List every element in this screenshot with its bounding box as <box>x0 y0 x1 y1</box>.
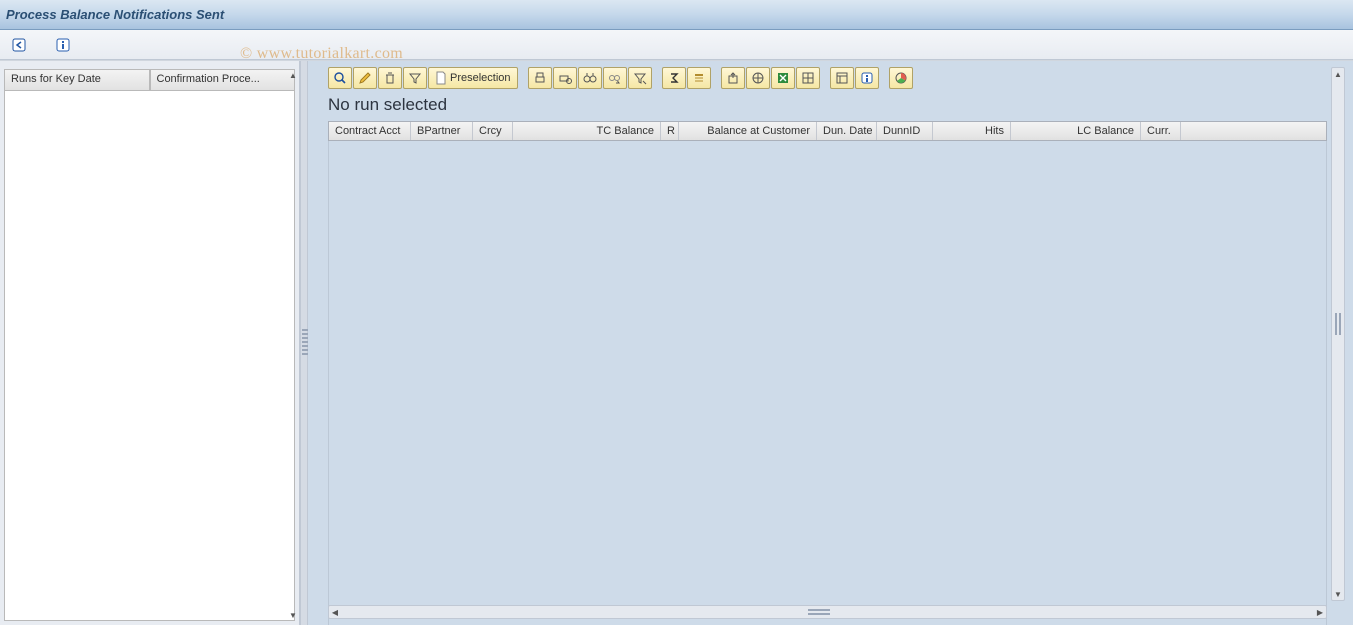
back-button[interactable] <box>8 34 30 56</box>
grid-col-header[interactable]: Crcy <box>473 122 513 140</box>
grid-col-header[interactable]: Curr. <box>1141 122 1181 140</box>
find-next-button[interactable] <box>603 67 627 89</box>
grid-col-header[interactable]: Balance at Customer <box>679 122 817 140</box>
left-col-confirmation[interactable]: Confirmation Proce... <box>150 69 296 91</box>
magnifier-icon <box>333 71 347 85</box>
scroll-down-icon[interactable]: ▼ <box>287 609 299 621</box>
scroll-down-icon[interactable]: ▼ <box>1332 588 1344 600</box>
views-button[interactable] <box>746 67 770 89</box>
binoculars-next-icon <box>608 71 622 85</box>
delete-button[interactable] <box>378 67 402 89</box>
right-vertical-scrollbar[interactable]: ▲ ▼ <box>1331 67 1345 601</box>
grid-toolbar: Preselection <box>308 61 1353 89</box>
excel-icon <box>776 71 790 85</box>
scroll-grip-icon <box>1335 313 1343 335</box>
preselection-button[interactable]: Preselection <box>428 67 518 89</box>
right-panel: Preselection <box>308 61 1353 625</box>
print-preview-button[interactable] <box>553 67 577 89</box>
grid-header-row: Contract AcctBPartnerCrcyTC BalanceRBala… <box>328 121 1327 141</box>
sum-button[interactable] <box>662 67 686 89</box>
title-bar: Process Balance Notifications Sent <box>0 0 1353 30</box>
scroll-left-icon[interactable]: ◀ <box>329 606 341 618</box>
excel-button[interactable] <box>771 67 795 89</box>
printer-icon <box>533 71 547 85</box>
edit-button[interactable] <box>353 67 377 89</box>
filter-button[interactable] <box>403 67 427 89</box>
scroll-up-icon[interactable]: ▲ <box>1332 68 1344 80</box>
print-preview-icon <box>558 71 572 85</box>
document-icon <box>435 71 447 85</box>
info-icon <box>56 38 70 52</box>
status-message: No run selected <box>308 89 1353 121</box>
grid-col-header[interactable]: DunnID <box>877 122 933 140</box>
subtotal-icon <box>692 71 706 85</box>
vertical-splitter[interactable] <box>300 61 308 625</box>
scroll-right-icon[interactable]: ▶ <box>1314 606 1326 618</box>
info-button[interactable] <box>52 34 74 56</box>
graphics-button[interactable] <box>889 67 913 89</box>
funnel-set-icon <box>633 71 647 85</box>
grid-col-header[interactable]: Contract Acct <box>329 122 411 140</box>
funnel-icon <box>408 71 422 85</box>
grid-col-header[interactable]: BPartner <box>411 122 473 140</box>
subtotal-button[interactable] <box>687 67 711 89</box>
layout-icon <box>835 71 849 85</box>
left-list-body[interactable] <box>4 91 295 621</box>
left-scrollbar[interactable]: ▲ ▼ <box>287 69 299 621</box>
views-icon <box>751 71 765 85</box>
grid-button[interactable] <box>796 67 820 89</box>
app-toolbar <box>0 30 1353 60</box>
grid-col-header[interactable]: LC Balance <box>1011 122 1141 140</box>
trash-icon <box>383 71 397 85</box>
grid-col-header[interactable]: TC Balance <box>513 122 661 140</box>
back-arrow-icon <box>12 38 26 52</box>
find-button[interactable] <box>578 67 602 89</box>
main-area: Runs for Key Date Confirmation Proce... … <box>0 60 1353 625</box>
page-title: Process Balance Notifications Sent <box>6 7 224 22</box>
left-panel: Runs for Key Date Confirmation Proce... … <box>0 61 300 625</box>
pencil-icon <box>358 71 372 85</box>
scroll-grip-icon <box>808 609 830 617</box>
right-horizontal-scrollbar[interactable]: ◀ ▶ <box>328 605 1327 619</box>
sigma-icon <box>667 71 681 85</box>
info-square-icon <box>860 71 874 85</box>
left-col-runs[interactable]: Runs for Key Date <box>4 69 150 91</box>
export-button[interactable] <box>721 67 745 89</box>
chart-icon <box>894 71 908 85</box>
grid-col-header[interactable]: R <box>661 122 679 140</box>
info-button-grid[interactable] <box>855 67 879 89</box>
binoculars-icon <box>583 71 597 85</box>
grid-col-header[interactable]: Dun. Date <box>817 122 877 140</box>
grid-body[interactable] <box>328 141 1327 625</box>
details-button[interactable] <box>328 67 352 89</box>
left-columns-row: Runs for Key Date Confirmation Proce... <box>4 69 295 91</box>
print-button[interactable] <box>528 67 552 89</box>
scroll-up-icon[interactable]: ▲ <box>287 69 299 81</box>
export-icon <box>726 71 740 85</box>
preselection-label: Preselection <box>450 72 511 84</box>
layout-button[interactable] <box>830 67 854 89</box>
grid-col-header[interactable]: Hits <box>933 122 1011 140</box>
set-filter-button[interactable] <box>628 67 652 89</box>
grid-icon <box>801 71 815 85</box>
